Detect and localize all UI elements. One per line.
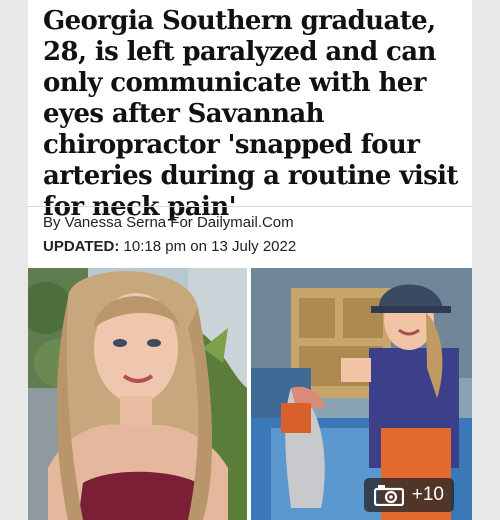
- article-byline[interactable]: By Vanessa Serna For Dailymail.Com: [43, 214, 294, 231]
- photo-woman-selfie[interactable]: [28, 268, 247, 520]
- photo-woman-fish[interactable]: +10: [251, 268, 472, 520]
- updated-timestamp: UPDATED: 10:18 pm on 13 July 2022: [43, 238, 296, 255]
- article-headline[interactable]: Georgia Southern graduate, 28, is left p…: [43, 6, 463, 223]
- divider: [28, 206, 472, 207]
- gallery-count: +10: [411, 484, 444, 505]
- article-card: Georgia Southern graduate, 28, is left p…: [28, 0, 472, 520]
- updated-value: 10:18 pm on 13 July 2022: [119, 238, 297, 255]
- gallery-badge[interactable]: +10: [363, 478, 454, 512]
- camera-icon: [373, 484, 404, 506]
- updated-label: UPDATED:: [43, 238, 120, 255]
